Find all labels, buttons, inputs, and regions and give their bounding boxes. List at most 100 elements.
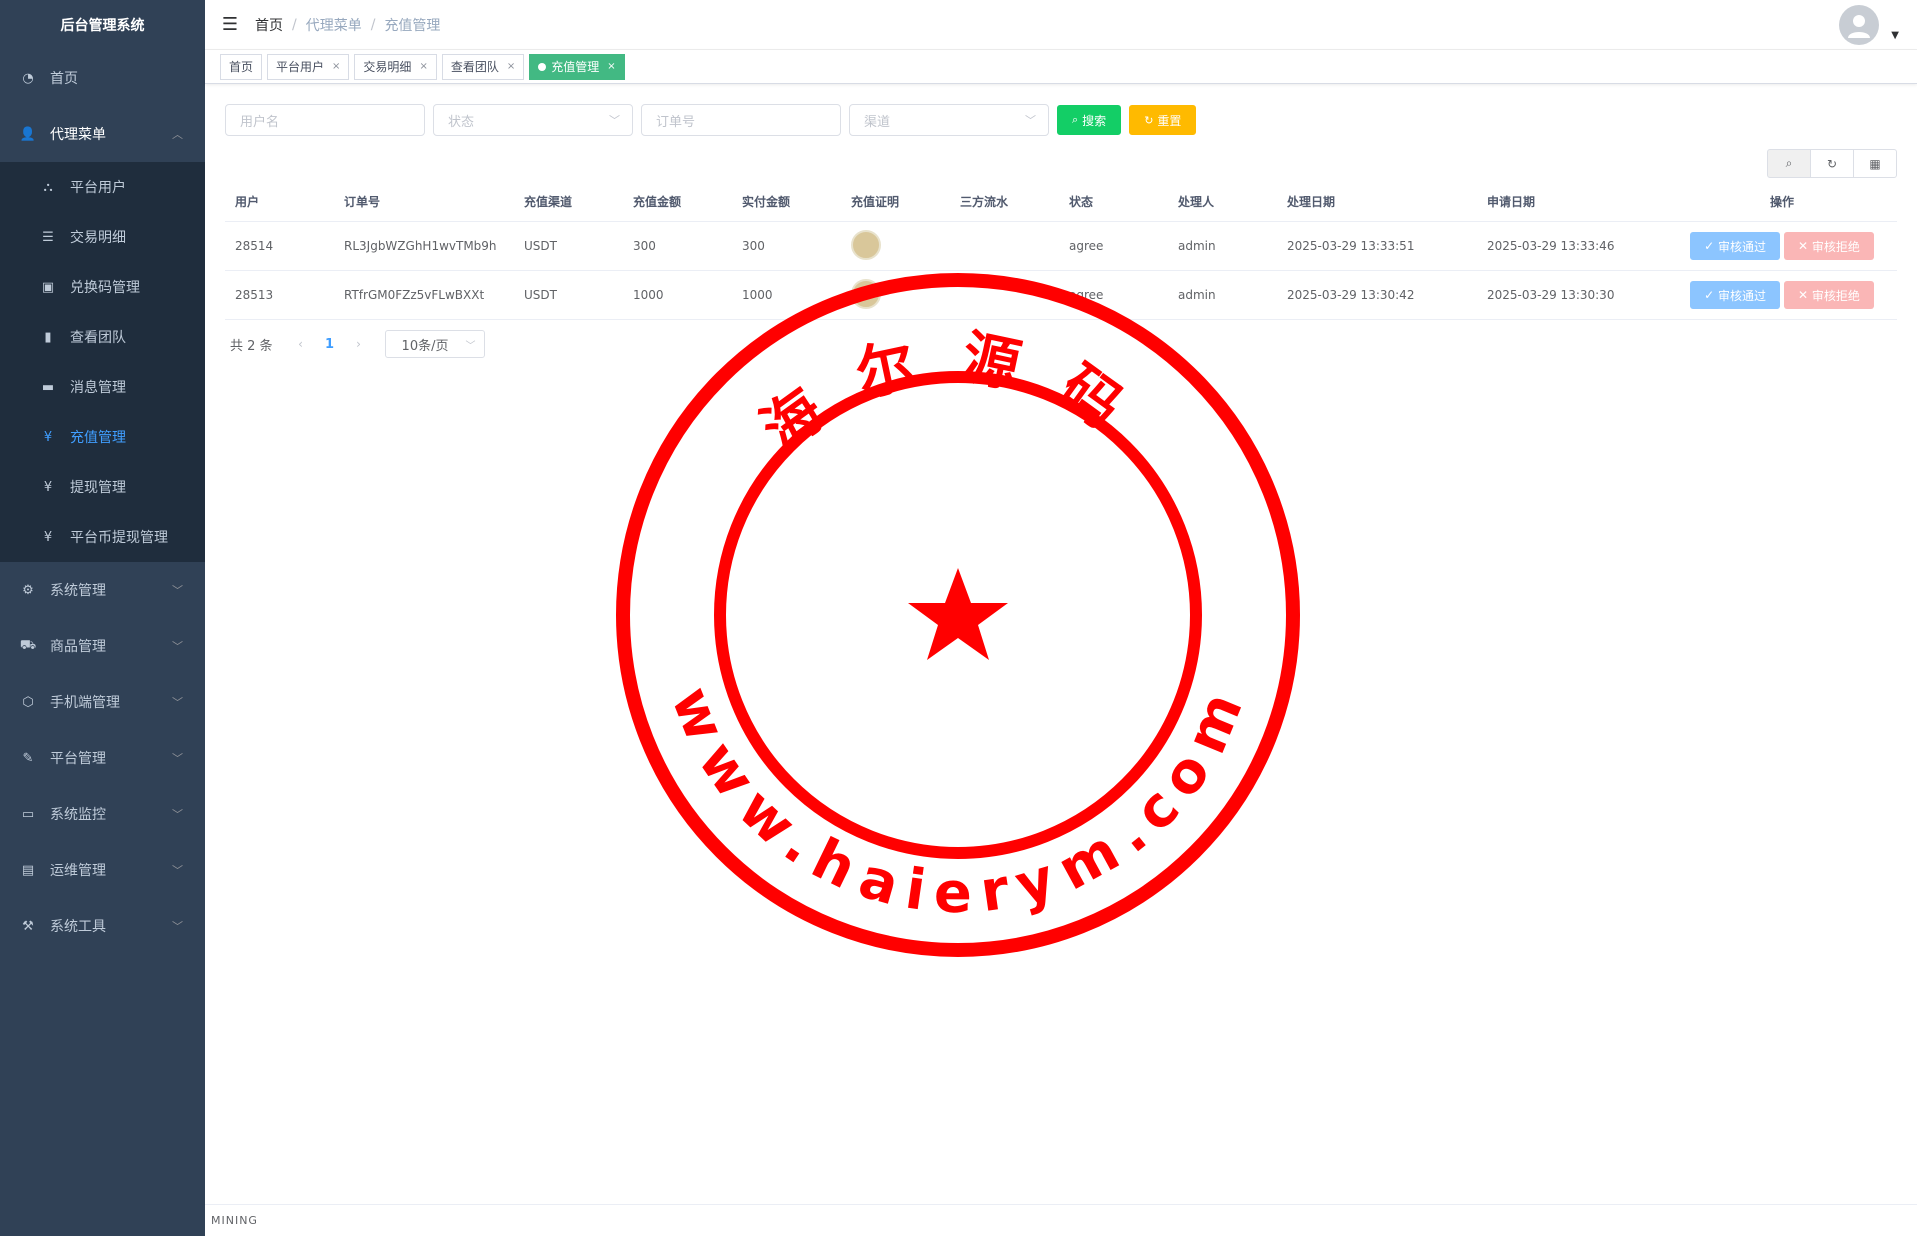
- col-order: 订单号: [344, 194, 381, 209]
- order-input[interactable]: 订单号: [641, 104, 841, 136]
- cell-status: agree: [1069, 239, 1104, 253]
- approve-button[interactable]: ✓ 审核通过: [1690, 232, 1780, 260]
- tag-label: 首页: [229, 59, 254, 74]
- table-toolbar: ⌕ ↻ ▦: [1767, 149, 1897, 178]
- chevron-up-icon: ︿: [172, 128, 183, 141]
- breadcrumb-home[interactable]: 首页: [255, 15, 283, 35]
- status-select[interactable]: 状态 ﹀: [433, 104, 633, 136]
- toggle-search-button[interactable]: ⌕: [1767, 149, 1811, 178]
- sidebar-item-platform[interactable]: ✎ 平台管理 ﹀: [0, 730, 205, 786]
- sidebar-item-ops[interactable]: ▤ 运维管理 ﹀: [0, 842, 205, 898]
- sidebar-item-label: 平台用户: [70, 180, 126, 196]
- reject-label: 审核拒绝: [1811, 288, 1860, 303]
- table-row: 28514 RL3JgbWZGhH1wvTMb9h USDT 300 300 a…: [225, 222, 1897, 271]
- sidebar-item-transactions[interactable]: ☰ 交易明细: [0, 212, 205, 262]
- sidebar-item-home[interactable]: ◔ 首页: [0, 50, 205, 106]
- col-handled-at: 处理日期: [1287, 194, 1336, 209]
- reject-label: 审核拒绝: [1811, 239, 1860, 254]
- col-paid: 实付金额: [742, 194, 791, 209]
- sidebar-item-label: 系统管理: [50, 583, 106, 599]
- refresh-button[interactable]: ↻: [1810, 149, 1854, 178]
- agent-submenu: ⛬ 平台用户 ☰ 交易明细 ▣ 兑换码管理 ▮ 查看团队 ▬ 消息管理 ¥ 充值…: [0, 162, 205, 562]
- close-icon[interactable]: ×: [332, 55, 340, 79]
- sidebar-item-label: 兑换码管理: [70, 280, 140, 296]
- page-size-select[interactable]: 10条/页 ﹀: [384, 330, 485, 358]
- close-icon[interactable]: ×: [507, 55, 515, 79]
- chevron-down-icon: ﹀: [172, 752, 183, 765]
- tag-transactions[interactable]: 交易明细 ×: [354, 53, 437, 80]
- approve-label: 审核通过: [1717, 288, 1766, 303]
- channel-select[interactable]: 渠道 ﹀: [849, 104, 1049, 136]
- username-input[interactable]: 用户名: [225, 104, 425, 136]
- approve-button[interactable]: ✓ 审核通过: [1690, 281, 1780, 309]
- reset-button[interactable]: ↻ 重置: [1129, 105, 1197, 135]
- sidebar-item-label: 消息管理: [70, 380, 126, 396]
- page-number[interactable]: 1: [315, 337, 345, 352]
- reject-button[interactable]: ✕ 审核拒绝: [1784, 281, 1874, 309]
- proof-image[interactable]: [851, 229, 881, 260]
- sidebar-item-coin-withdraw[interactable]: ¥ 平台币提现管理: [0, 512, 205, 562]
- col-channel: 充值渠道: [524, 194, 573, 209]
- tag-recharge[interactable]: 充值管理 ×: [529, 53, 625, 80]
- watermark-seal: 海尔源码 www.haierym.com: [616, 273, 1300, 957]
- sidebar-item-system[interactable]: ⚙ 系统管理 ﹀: [0, 562, 205, 618]
- search-form: 用户名 状态 ﹀ 订单号 渠道 ﹀ ⌕ 搜索 ↻ 重置: [225, 104, 1204, 136]
- tag-team[interactable]: 查看团队 ×: [441, 53, 525, 80]
- sidebar-item-platform-users[interactable]: ⛬ 平台用户: [0, 162, 205, 212]
- yen-icon: ¥: [43, 529, 53, 545]
- tag-label: 交易明细: [363, 59, 412, 74]
- chevron-down-icon: ﹀: [1025, 114, 1036, 127]
- reject-button[interactable]: ✕ 审核拒绝: [1784, 232, 1874, 260]
- sidebar-item-agent-menu[interactable]: 👤 代理菜单 ︿: [0, 106, 205, 162]
- col-user: 用户: [235, 194, 260, 209]
- sidebar-item-label: 提现管理: [70, 480, 126, 496]
- cell-actions: ✓ 审核通过 ✕ 审核拒绝: [1677, 281, 1887, 309]
- next-page-icon[interactable]: ›: [345, 337, 373, 351]
- user-avatar-icon: [1848, 15, 1870, 38]
- sidebar-item-tools[interactable]: ⚒ 系统工具 ﹀: [0, 898, 205, 954]
- search-icon: ⌕: [1785, 156, 1793, 170]
- search-button[interactable]: ⌕ 搜索: [1057, 105, 1122, 135]
- sidebar-item-mobile[interactable]: ⬡ 手机端管理 ﹀: [0, 674, 205, 730]
- star-icon: [908, 568, 1008, 660]
- cell-applied-at: 2025-03-29 13:33:46: [1487, 239, 1615, 253]
- sidebar-item-label: 平台币提现管理: [70, 530, 168, 546]
- cell-proof: [841, 229, 950, 263]
- chart-icon: ▮: [44, 329, 52, 345]
- caret-down-icon[interactable]: ▼: [1891, 30, 1899, 41]
- sidebar-item-label: 商品管理: [50, 639, 106, 655]
- avatar[interactable]: [1839, 5, 1879, 45]
- close-icon: ✕: [1798, 288, 1812, 302]
- sidebar-item-recharge[interactable]: ¥ 充值管理: [0, 412, 205, 462]
- tag-home[interactable]: 首页: [220, 53, 263, 80]
- sidebar-item-redeem-codes[interactable]: ▣ 兑换码管理: [0, 262, 205, 312]
- sidebar-item-messages[interactable]: ▬ 消息管理: [0, 362, 205, 412]
- search-icon: ⌕: [1072, 113, 1079, 126]
- wrench-icon: ⚒: [22, 918, 34, 934]
- reset-button-label: 重置: [1157, 113, 1182, 128]
- tools-icon: ✎: [22, 750, 34, 766]
- approve-label: 审核通过: [1717, 239, 1766, 254]
- cell-order: RTfrGM0FZz5vFLwBXXt: [344, 288, 485, 302]
- sidebar-item-withdraw[interactable]: ¥ 提现管理: [0, 462, 205, 512]
- close-icon[interactable]: ×: [607, 55, 615, 79]
- sidebar-item-team[interactable]: ▮ 查看团队: [0, 312, 205, 362]
- columns-button[interactable]: ▦: [1853, 149, 1897, 178]
- prev-page-icon[interactable]: ‹: [287, 337, 315, 351]
- tag-platform-users[interactable]: 平台用户 ×: [267, 53, 350, 80]
- cell-paid: 300: [742, 239, 765, 253]
- close-icon[interactable]: ×: [419, 55, 427, 79]
- sidebar-item-products[interactable]: ⛟ 商品管理 ﹀: [0, 618, 205, 674]
- breadcrumb-separator: /: [292, 16, 297, 33]
- col-flow: 三方流水: [960, 194, 1009, 209]
- tree-icon: ⛬: [43, 179, 53, 195]
- hamburger-icon[interactable]: ☰: [205, 0, 255, 50]
- chevron-down-icon: ﹀: [172, 864, 183, 877]
- sidebar-item-monitor[interactable]: ▭ 系统监控 ﹀: [0, 786, 205, 842]
- sidebar-item-label: 充值管理: [70, 430, 126, 446]
- pagination: 共 2 条 ‹ 1 › 10条/页 ﹀: [230, 330, 485, 358]
- ticket-icon: ▣: [41, 279, 55, 295]
- check-icon: ✓: [1704, 288, 1718, 302]
- sidebar-item-label: 查看团队: [70, 330, 126, 346]
- sidebar-item-label: 首页: [50, 71, 78, 87]
